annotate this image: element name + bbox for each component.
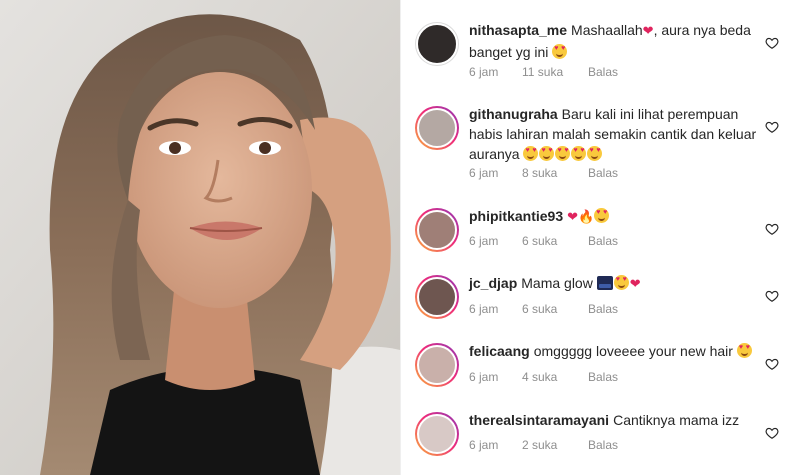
reply-button[interactable]: Balas	[588, 234, 618, 248]
heart-eyes-emoji-icon	[523, 146, 539, 161]
comment-likes-count[interactable]: 4 suka	[522, 370, 588, 384]
comment-meta: 6 jam 2 suka Balas	[469, 438, 618, 452]
comment-text: felicaang omggggg loveeee your new hair	[469, 341, 759, 361]
fire-emoji-icon: 🔥	[578, 210, 595, 225]
comment-text: githanugraha Baru kali ini lihat perempua…	[469, 104, 759, 164]
comment-likes-count[interactable]: 2 suka	[522, 438, 588, 452]
comment-time: 6 jam	[469, 234, 499, 248]
comment-meta: 6 jam 8 suka Balas	[469, 166, 618, 180]
heart-outline-icon[interactable]	[765, 289, 779, 303]
heart-outline-icon[interactable]	[765, 222, 779, 236]
comment-text: nithasapta_me Mashaallah❤, aura nya beda …	[469, 20, 759, 62]
heart-eyes-emoji-icon	[587, 146, 603, 161]
comment-likes-count[interactable]: 11 suka	[522, 65, 588, 79]
comment-username[interactable]: jc_djap	[469, 275, 517, 291]
avatar[interactable]	[415, 106, 459, 150]
comment-body: Mashaallah	[571, 22, 643, 38]
heart-eyes-emoji-icon	[571, 146, 587, 161]
reply-button[interactable]: Balas	[588, 438, 618, 452]
comment-username[interactable]: therealsintaramayani	[469, 412, 609, 428]
comment-body: Mama glow	[521, 275, 593, 291]
comment-username[interactable]: felicaang	[469, 343, 530, 359]
heart-emoji-icon: ❤	[629, 277, 641, 292]
heart-emoji-icon: ❤	[567, 210, 579, 225]
heart-outline-icon[interactable]	[765, 357, 779, 371]
comment-meta: 6 jam 6 suka Balas	[469, 234, 618, 248]
comment-meta: 6 jam 4 suka Balas	[469, 370, 618, 384]
heart-outline-icon[interactable]	[765, 36, 779, 50]
avatar-image	[416, 23, 458, 65]
comment-meta: 6 jam 6 suka Balas	[469, 302, 618, 316]
comment-username[interactable]: phipitkantie93	[469, 208, 563, 224]
avatar[interactable]	[415, 22, 459, 66]
avatar-image	[417, 277, 457, 317]
heart-emoji-icon: ❤	[642, 24, 654, 39]
heart-eyes-emoji-icon	[555, 146, 571, 161]
reply-button[interactable]: Balas	[588, 166, 618, 180]
heart-outline-icon[interactable]	[765, 120, 779, 134]
comment-likes-count[interactable]: 8 suka	[522, 166, 588, 180]
comment-text: therealsintaramayani Cantiknya mama izz	[469, 410, 759, 430]
avatar-image	[417, 210, 457, 250]
comment-body: omggggg loveeee your new hair	[533, 343, 733, 359]
comment-time: 6 jam	[469, 438, 499, 452]
comment-text: jc_djapMama glow ❤	[469, 273, 759, 295]
comment-likes-count[interactable]: 6 suka	[522, 302, 588, 316]
post-photo	[0, 0, 400, 475]
heart-eyes-emoji-icon	[736, 343, 752, 358]
portrait-illustration	[0, 0, 400, 475]
comment-username[interactable]: nithasapta_me	[469, 22, 567, 38]
heart-eyes-emoji-icon	[594, 208, 610, 223]
avatar-image	[417, 345, 457, 385]
comment-meta: 6 jam 11 suka Balas	[469, 65, 618, 79]
reply-button[interactable]: Balas	[588, 65, 618, 79]
comment-time: 6 jam	[469, 302, 499, 316]
heart-eyes-emoji-icon	[613, 275, 629, 290]
comment-username[interactable]: githanugraha	[469, 106, 558, 122]
comment-time: 6 jam	[469, 166, 499, 180]
reply-button[interactable]: Balas	[588, 302, 618, 316]
avatar[interactable]	[415, 412, 459, 456]
avatar[interactable]	[415, 343, 459, 387]
night-sky-emoji-icon	[596, 276, 613, 290]
avatar-image	[417, 108, 457, 148]
reply-button[interactable]: Balas	[588, 370, 618, 384]
comment-time: 6 jam	[469, 370, 499, 384]
heart-eyes-emoji-icon	[539, 146, 555, 161]
comment-text: phipitkantie93 ❤🔥	[469, 206, 759, 228]
heart-eyes-emoji-icon	[552, 44, 568, 59]
comment-likes-count[interactable]: 6 suka	[522, 234, 588, 248]
comment-body: Cantiknya mama izz	[613, 412, 740, 428]
avatar[interactable]	[415, 208, 459, 252]
avatar-image	[417, 414, 457, 454]
avatar[interactable]	[415, 275, 459, 319]
heart-outline-icon[interactable]	[765, 426, 779, 440]
comments-panel: nithasapta_me Mashaallah❤, aura nya beda …	[400, 0, 800, 475]
comment-time: 6 jam	[469, 65, 499, 79]
